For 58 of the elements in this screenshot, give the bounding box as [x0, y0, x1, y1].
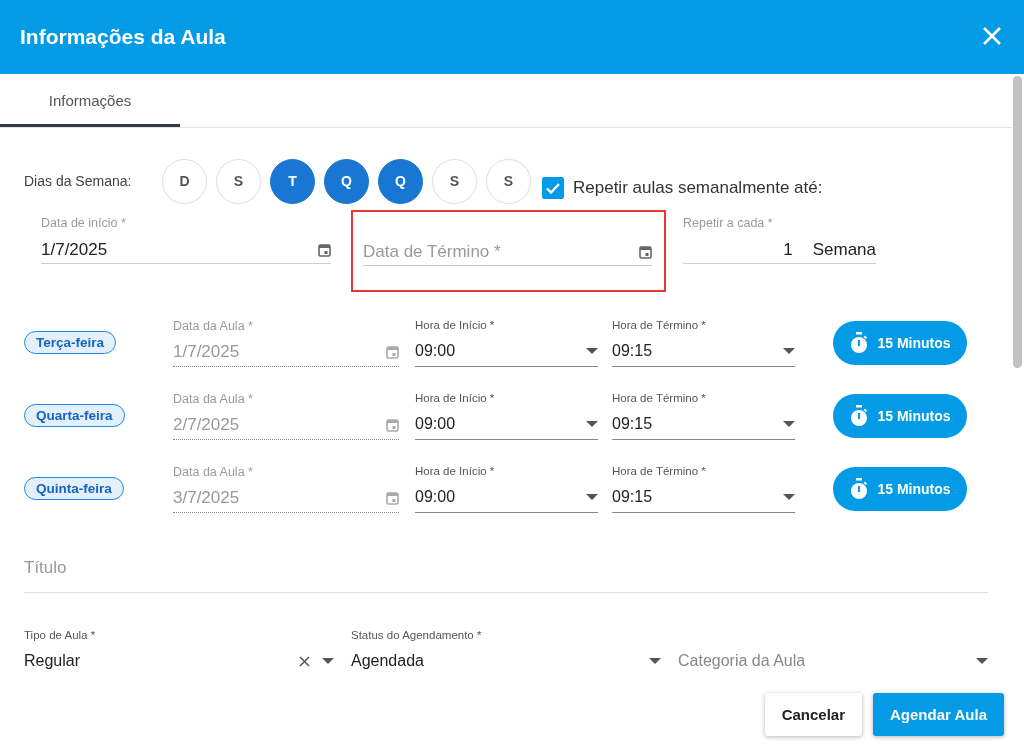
- caret-icon[interactable]: [586, 494, 598, 500]
- start-date-field[interactable]: 1/7/2025: [41, 236, 331, 264]
- select-field[interactable]: Categoria da Aula: [678, 647, 988, 675]
- weekday-toggle[interactable]: S: [432, 158, 477, 204]
- start-time-select[interactable]: 09:00: [415, 482, 598, 513]
- weekday-toggle[interactable]: D: [162, 158, 207, 204]
- close-icon: [982, 26, 1002, 46]
- field-label: Hora de Início *: [415, 464, 496, 479]
- stopwatch-icon: [849, 477, 870, 500]
- weekday-chip: Quinta-feira: [24, 477, 124, 500]
- repeat-checkbox[interactable]: [542, 177, 564, 199]
- field-label: Data da Aula *: [173, 464, 254, 481]
- weekday-toggle[interactable]: Q: [378, 158, 423, 204]
- stopwatch-icon: [849, 331, 870, 354]
- weekday-toggle[interactable]: Q: [324, 158, 369, 204]
- caret-icon[interactable]: [586, 348, 598, 354]
- field-label: Tipo de Aula *: [24, 629, 97, 643]
- caret-icon[interactable]: [783, 494, 795, 500]
- select-field[interactable]: Regular: [24, 647, 334, 675]
- cancel-button[interactable]: Cancelar: [764, 693, 863, 736]
- field-label: Hora de Início *: [415, 318, 496, 333]
- field-label: Data de início *: [41, 216, 127, 232]
- caret-icon[interactable]: [322, 658, 334, 664]
- repeat-interval-field[interactable]: 1 Semana: [683, 236, 876, 264]
- start-time-select[interactable]: 09:00: [415, 336, 598, 367]
- field-label: Data da Aula *: [173, 318, 254, 335]
- caret-icon[interactable]: [783, 348, 795, 354]
- calendar-icon[interactable]: [318, 242, 331, 257]
- caret-icon[interactable]: [976, 658, 988, 664]
- field-label: Hora de Término *: [612, 464, 707, 479]
- weekday-chip: Terça-feira: [24, 331, 117, 354]
- weekday-toggle[interactable]: S: [216, 158, 261, 204]
- select-field[interactable]: Agendada: [351, 647, 661, 675]
- repeat-checkbox-label: Repetir aulas semanalmente até:: [573, 178, 823, 198]
- stopwatch-icon: [849, 404, 870, 427]
- field-label: Hora de Início *: [415, 391, 496, 406]
- field-label: Hora de Término *: [612, 391, 707, 406]
- field-label: Data da Aula *: [173, 391, 254, 408]
- end-time-select[interactable]: 09:15: [612, 482, 795, 513]
- weekdays-label: Dias da Semana:: [24, 173, 133, 189]
- calendar-icon[interactable]: [639, 244, 652, 259]
- caret-icon[interactable]: [649, 658, 661, 664]
- weekday-toggle[interactable]: S: [486, 158, 531, 204]
- caret-icon[interactable]: [783, 421, 795, 427]
- field-label: Hora de Término *: [612, 318, 707, 333]
- checkmark-icon: [546, 182, 560, 194]
- start-time-select[interactable]: 09:00: [415, 409, 598, 440]
- clear-icon[interactable]: [299, 655, 310, 667]
- weekday-toggle[interactable]: T: [270, 158, 315, 204]
- window-title: Informações da Aula: [20, 25, 226, 49]
- tab[interactable]: Informações: [0, 74, 180, 127]
- caret-icon[interactable]: [586, 421, 598, 427]
- scrollbar-thumb[interactable]: [1013, 76, 1022, 368]
- field-label: Repetir a cada *: [683, 216, 774, 232]
- field-label: Status do Agendamento *: [351, 629, 483, 643]
- weekday-chip: Quarta-feira: [24, 404, 125, 427]
- end-time-select[interactable]: 09:15: [612, 336, 795, 367]
- end-time-select[interactable]: 09:15: [612, 409, 795, 440]
